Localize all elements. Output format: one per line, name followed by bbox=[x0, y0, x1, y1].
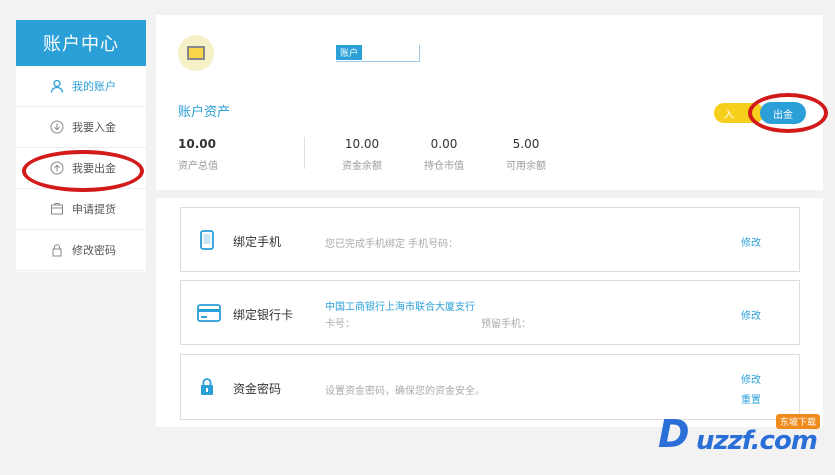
stat-available-balance: 5.00 可用余额 bbox=[506, 137, 546, 172]
phone-icon bbox=[197, 230, 217, 250]
stat-label: 资产总值 bbox=[178, 161, 218, 172]
watermark-d-glyph: D bbox=[658, 412, 690, 456]
avatar bbox=[178, 35, 214, 71]
stat-label: 持仓市值 bbox=[424, 161, 464, 172]
stat-fund-balance: 10.00 资金余额 bbox=[342, 137, 382, 172]
image-icon bbox=[187, 46, 205, 60]
card-title: 绑定手机 bbox=[233, 235, 282, 249]
account-tag-box: 账户 bbox=[336, 45, 420, 62]
reset-password-link[interactable]: 重置 bbox=[741, 391, 761, 406]
edit-password-link[interactable]: 修改 bbox=[741, 371, 761, 386]
stat-value: 10.00 bbox=[344, 137, 380, 151]
sidebar-item-label: 申请提货 bbox=[72, 203, 116, 216]
lock-icon bbox=[197, 377, 217, 397]
stat-position-value: 0.00 持仓市值 bbox=[424, 137, 464, 172]
sidebar-item-label: 我的账户 bbox=[72, 80, 116, 93]
sidebar-title: 账户中心 bbox=[16, 20, 146, 66]
card-desc: 设置资金密码，确保您的资金安全。 bbox=[325, 386, 485, 397]
watermark-brand: uzzf.com bbox=[696, 426, 818, 456]
sidebar: 账户中心 我的账户 我要入金 我要出金 申请提货 修改密码 bbox=[16, 20, 146, 272]
sidebar-item-change-password[interactable]: 修改密码 bbox=[16, 230, 146, 271]
stat-value: 0.00 bbox=[430, 137, 458, 151]
edit-phone-link[interactable]: 修改 bbox=[741, 234, 761, 249]
fund-password-card: 资金密码 设置资金密码，确保您的资金安全。 修改 重置 bbox=[180, 354, 800, 420]
sidebar-item-my-account[interactable]: 我的账户 bbox=[16, 66, 146, 107]
highlight-ring-withdraw-button bbox=[748, 93, 828, 133]
card-desc: 您已完成手机绑定 手机号码： bbox=[325, 239, 459, 250]
bank-name: 中国工商银行上海市联合大厦支行 bbox=[325, 302, 475, 313]
highlight-ring-withdraw-menu bbox=[22, 150, 144, 192]
sidebar-item-deposit[interactable]: 我要入金 bbox=[16, 107, 146, 148]
credit-card-icon bbox=[197, 303, 221, 323]
reserved-phone-label: 预留手机： bbox=[481, 319, 531, 330]
watermark-badge: 东坡下载 bbox=[776, 414, 821, 429]
sidebar-item-label: 我要入金 bbox=[72, 121, 116, 134]
card-title: 资金密码 bbox=[233, 382, 282, 396]
stat-divider bbox=[304, 137, 305, 169]
watermark-logo: D uzzf.com 东坡下载 bbox=[658, 412, 828, 462]
stat-label: 可用余额 bbox=[506, 161, 546, 172]
main-panel: 账户 账户资产 入 出金 10.00 资产总值 10.00 资金余额 0.00 … bbox=[156, 15, 823, 427]
stat-total-assets: 10.00 资产总值 bbox=[178, 137, 218, 172]
arrow-down-circle-icon bbox=[50, 120, 64, 134]
stat-value: 5.00 bbox=[512, 137, 540, 151]
box-icon bbox=[50, 202, 64, 216]
user-icon bbox=[50, 79, 64, 93]
section-divider bbox=[156, 190, 823, 198]
account-tag: 账户 bbox=[336, 45, 363, 60]
sidebar-item-label: 修改密码 bbox=[72, 244, 116, 257]
card-title: 绑定银行卡 bbox=[233, 308, 294, 322]
stat-label: 资金余额 bbox=[342, 161, 382, 172]
sidebar-item-pickup[interactable]: 申请提货 bbox=[16, 189, 146, 230]
card-number-label: 卡号： bbox=[325, 319, 355, 330]
lock-icon bbox=[50, 243, 64, 257]
bind-bank-card: 绑定银行卡 中国工商银行上海市联合大厦支行 卡号： 预留手机： 修改 bbox=[180, 280, 800, 345]
edit-bank-link[interactable]: 修改 bbox=[741, 307, 761, 322]
stat-value: 10.00 bbox=[178, 137, 216, 151]
bind-phone-card: 绑定手机 您已完成手机绑定 手机号码： 修改 bbox=[180, 207, 800, 272]
assets-title: 账户资产 bbox=[178, 105, 231, 120]
